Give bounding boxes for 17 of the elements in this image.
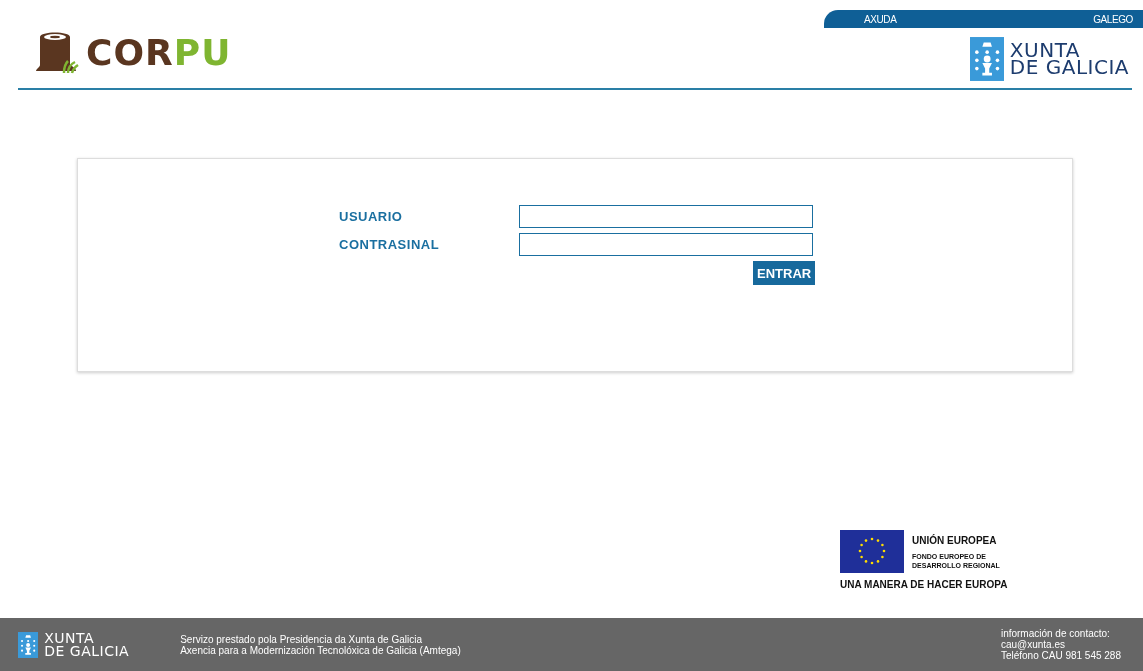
field-label: CONTRASINAL [339,235,441,254]
contact-info: información de contacto: cau@xunta.es Teléfono CAU 981 545 288 [1000,628,1121,661]
input-field[interactable] [519,205,813,228]
logo-text: CORPU [86,35,232,71]
eu-motto: UNA MANERA DE HACER EUROPA [840,578,1009,592]
login-button[interactable]: ENTRAR [753,261,816,285]
coat-of-arms-icon [18,631,39,658]
service-text: Servizo prestado pola Presidencia da Xunta de Galicia Axencia para a Modernización Tecnolóxica de Galicia (Amtega) [180,633,461,656]
nav-link[interactable]: AXUDA [864,11,897,27]
eu-title: UNIÓN EUROPEA [912,533,998,548]
field-label: USUARIO [339,207,404,226]
brand-name: XUNTA DE GALICIA [1009,42,1129,76]
eu-flag-icon [840,530,904,573]
nav-link[interactable]: GALEGO [1093,11,1133,27]
coat-of-arms-icon [969,37,1004,81]
input-field[interactable] [519,233,813,256]
brand-name: XUNTA DE GALICIA [44,631,130,658]
